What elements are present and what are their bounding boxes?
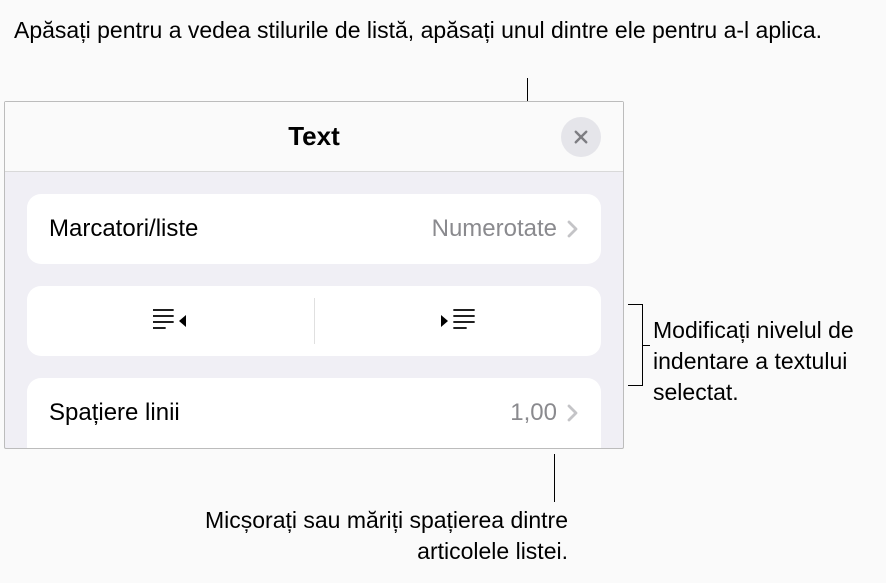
chevron-right-icon [567, 404, 579, 422]
indent-icon [441, 308, 475, 334]
panel-body: Marcatori/liste Numerotate [5, 172, 623, 448]
bullets-lists-label: Marcatori/liste [49, 215, 432, 243]
chevron-right-icon [567, 220, 579, 238]
panel-title: Text [288, 121, 340, 152]
indent-button[interactable] [315, 286, 602, 356]
indent-controls-row [27, 286, 601, 356]
panel-header: Text [5, 102, 623, 172]
line-spacing-label: Spațiere linii [49, 399, 510, 427]
callout-top-text: Apăsați pentru a vedea stilurile de list… [14, 16, 822, 46]
callout-right-text: Modificați nivelul de indentare a textul… [653, 315, 886, 408]
close-icon [572, 128, 590, 146]
line-spacing-value: 1,00 [510, 399, 557, 427]
close-button[interactable] [561, 117, 601, 157]
outdent-button[interactable] [27, 286, 314, 356]
leader-line-bottom [554, 454, 555, 502]
bullets-lists-row[interactable]: Marcatori/liste Numerotate [27, 194, 601, 264]
bracket-indicator [628, 304, 644, 386]
bullets-lists-value: Numerotate [432, 215, 557, 243]
outdent-icon [153, 308, 187, 334]
text-format-panel: Text Marcatori/liste Numerotate [4, 101, 624, 449]
line-spacing-row[interactable]: Spațiere linii 1,00 [27, 378, 601, 448]
callout-bottom-text: Micșorați sau măriți spațierea dintre ar… [148, 505, 568, 567]
